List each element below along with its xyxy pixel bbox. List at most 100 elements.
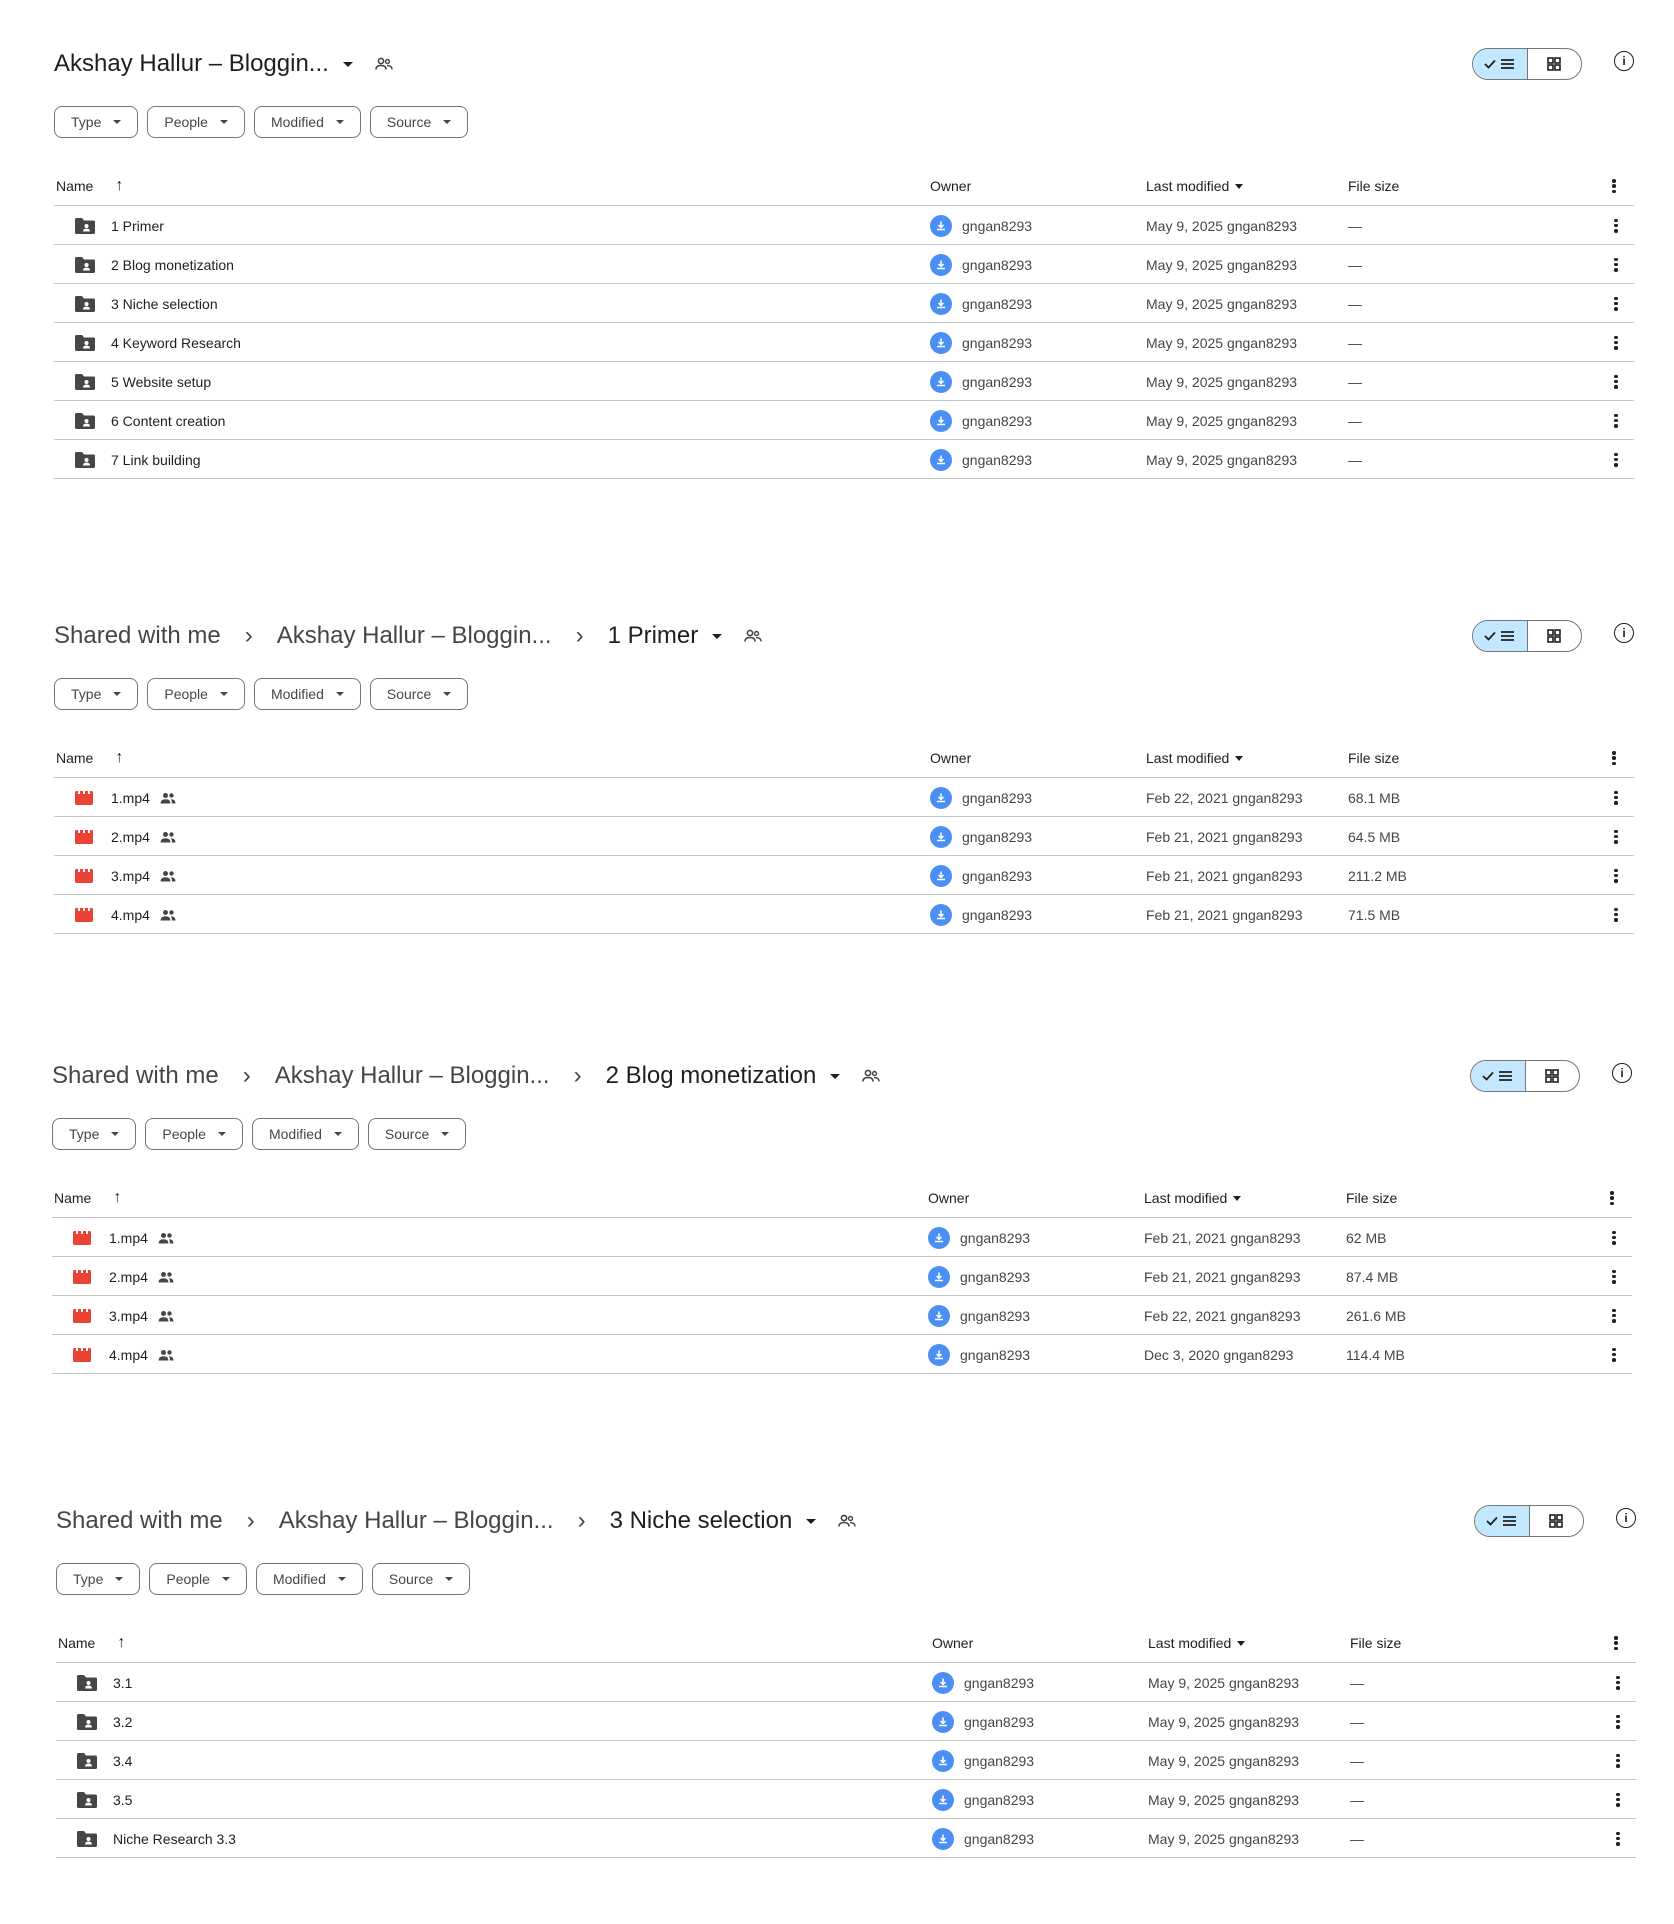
more-actions-icon[interactable]	[1616, 1714, 1620, 1729]
file-name[interactable]: 3.mp4	[109, 1308, 148, 1324]
file-name[interactable]: 1.mp4	[109, 1230, 148, 1246]
breadcrumb-item[interactable]: Shared with me	[52, 1062, 219, 1090]
filter-chip-people[interactable]: People	[147, 106, 245, 138]
filter-chip-modified[interactable]: Modified	[253, 678, 361, 710]
more-actions-icon[interactable]	[1614, 907, 1618, 922]
info-icon[interactable]: i	[1614, 623, 1634, 643]
grid-view-button[interactable]	[1526, 1061, 1580, 1091]
column-options-icon[interactable]	[1612, 738, 1616, 778]
more-actions-icon[interactable]	[1614, 790, 1618, 805]
folder-menu-dropdown-icon[interactable]	[830, 1073, 841, 1079]
grid-view-button[interactable]	[1528, 49, 1582, 79]
table-row[interactable]: 3.mp4 gngan8293 Feb 22, 2021 gngan8293 2…	[52, 1296, 1632, 1335]
breadcrumb-item[interactable]: Shared with me	[56, 1507, 223, 1535]
more-actions-icon[interactable]	[1614, 335, 1618, 350]
current-folder-title[interactable]: 1 Primer	[608, 622, 699, 650]
list-view-button[interactable]	[1473, 49, 1528, 79]
more-actions-icon[interactable]	[1612, 1269, 1616, 1284]
info-icon[interactable]: i	[1616, 1508, 1636, 1528]
column-options-icon[interactable]	[1614, 1623, 1618, 1663]
file-name[interactable]: 3 Niche selection	[111, 296, 218, 312]
breadcrumb-item[interactable]: Akshay Hallur – Bloggin...	[275, 1062, 550, 1090]
file-name[interactable]: 1 Primer	[111, 218, 164, 234]
column-header-name[interactable]: Name ↑	[54, 1178, 121, 1218]
table-row[interactable]: 2 Blog monetization gngan8293 May 9, 202…	[54, 245, 1634, 284]
more-actions-icon[interactable]	[1616, 1675, 1620, 1690]
table-row[interactable]: 4.mp4 gngan8293 Dec 3, 2020 gngan8293 11…	[52, 1335, 1632, 1374]
table-row[interactable]: 7 Link building gngan8293 May 9, 2025 gn…	[54, 440, 1634, 479]
more-actions-icon[interactable]	[1614, 374, 1618, 389]
file-name[interactable]: 2.mp4	[111, 829, 150, 845]
table-row[interactable]: 3.5 gngan8293 May 9, 2025 gngan8293 —	[56, 1780, 1636, 1819]
more-actions-icon[interactable]	[1616, 1792, 1620, 1807]
column-header-last-modified[interactable]: Last modified	[1148, 1623, 1246, 1663]
column-header-last-modified[interactable]: Last modified	[1146, 738, 1244, 778]
table-row[interactable]: 2.mp4 gngan8293 Feb 21, 2021 gngan8293 8…	[52, 1257, 1632, 1296]
table-row[interactable]: 4.mp4 gngan8293 Feb 21, 2021 gngan8293 7…	[54, 895, 1634, 934]
file-name[interactable]: 1.mp4	[111, 790, 150, 806]
more-actions-icon[interactable]	[1612, 1347, 1616, 1362]
sort-ascending-icon[interactable]: ↑	[115, 177, 123, 195]
grid-view-button[interactable]	[1528, 621, 1582, 651]
column-header-name[interactable]: Name ↑	[58, 1623, 125, 1663]
table-row[interactable]: 5 Website setup gngan8293 May 9, 2025 gn…	[54, 362, 1634, 401]
shared-folder-people-icon[interactable]	[744, 629, 762, 643]
sort-ascending-icon[interactable]: ↑	[117, 1634, 125, 1652]
file-name[interactable]: 5 Website setup	[111, 374, 211, 390]
info-icon[interactable]: i	[1612, 1063, 1632, 1083]
file-name[interactable]: 7 Link building	[111, 452, 201, 468]
table-row[interactable]: 3.2 gngan8293 May 9, 2025 gngan8293 —	[56, 1702, 1636, 1741]
file-name[interactable]: 3.4	[113, 1753, 132, 1769]
shared-folder-people-icon[interactable]	[862, 1069, 881, 1083]
filter-chip-source[interactable]: Source	[367, 1118, 467, 1150]
column-options-icon[interactable]	[1612, 166, 1616, 206]
filter-chip-people[interactable]: People	[147, 678, 245, 710]
table-row[interactable]: 3.1 gngan8293 May 9, 2025 gngan8293 —	[56, 1663, 1636, 1702]
table-row[interactable]: 1 Primer gngan8293 May 9, 2025 gngan8293…	[54, 206, 1634, 245]
table-row[interactable]: 3 Niche selection gngan8293 May 9, 2025 …	[54, 284, 1634, 323]
list-view-button[interactable]	[1471, 1061, 1526, 1091]
file-name[interactable]: 4.mp4	[109, 1347, 148, 1363]
column-header-name[interactable]: Name ↑	[56, 738, 123, 778]
column-header-last-modified[interactable]: Last modified	[1146, 166, 1244, 206]
filter-chip-type[interactable]: Type	[54, 678, 139, 710]
sort-ascending-icon[interactable]: ↑	[113, 1189, 121, 1207]
more-actions-icon[interactable]	[1614, 452, 1618, 467]
more-actions-icon[interactable]	[1614, 218, 1618, 233]
file-name[interactable]: 3.1	[113, 1675, 132, 1691]
table-row[interactable]: 3.4 gngan8293 May 9, 2025 gngan8293 —	[56, 1741, 1636, 1780]
table-row[interactable]: 1.mp4 gngan8293 Feb 21, 2021 gngan8293 6…	[52, 1218, 1632, 1257]
file-name[interactable]: 2.mp4	[109, 1269, 148, 1285]
list-view-button[interactable]	[1475, 1506, 1530, 1536]
file-name[interactable]: 6 Content creation	[111, 413, 225, 429]
shared-folder-people-icon[interactable]	[375, 57, 393, 71]
folder-menu-dropdown-icon[interactable]	[342, 61, 353, 67]
column-header-name[interactable]: Name ↑	[56, 166, 123, 206]
file-name[interactable]: 3.mp4	[111, 868, 150, 884]
breadcrumb-item[interactable]: Akshay Hallur – Bloggin...	[279, 1507, 554, 1535]
filter-chip-source[interactable]: Source	[369, 678, 469, 710]
table-row[interactable]: 3.mp4 gngan8293 Feb 21, 2021 gngan8293 2…	[54, 856, 1634, 895]
filter-chip-type[interactable]: Type	[54, 106, 139, 138]
more-actions-icon[interactable]	[1614, 257, 1618, 272]
table-row[interactable]: Niche Research 3.3 gngan8293 May 9, 2025…	[56, 1819, 1636, 1858]
current-folder-title[interactable]: 2 Blog monetization	[606, 1062, 817, 1090]
file-name[interactable]: 4.mp4	[111, 907, 150, 923]
current-folder-title[interactable]: Akshay Hallur – Bloggin...	[54, 50, 329, 78]
breadcrumb-item[interactable]: Akshay Hallur – Bloggin...	[277, 622, 552, 650]
filter-chip-type[interactable]: Type	[56, 1563, 141, 1595]
filter-chip-people[interactable]: People	[149, 1563, 247, 1595]
more-actions-icon[interactable]	[1614, 296, 1618, 311]
more-actions-icon[interactable]	[1616, 1753, 1620, 1768]
filter-chip-type[interactable]: Type	[52, 1118, 137, 1150]
column-options-icon[interactable]	[1610, 1178, 1614, 1218]
list-view-button[interactable]	[1473, 621, 1528, 651]
filter-chip-source[interactable]: Source	[369, 106, 469, 138]
more-actions-icon[interactable]	[1612, 1230, 1616, 1245]
breadcrumb-item[interactable]: Shared with me	[54, 622, 221, 650]
shared-folder-people-icon[interactable]	[838, 1514, 857, 1528]
more-actions-icon[interactable]	[1612, 1308, 1616, 1323]
current-folder-title[interactable]: 3 Niche selection	[610, 1507, 793, 1535]
more-actions-icon[interactable]	[1614, 413, 1618, 428]
filter-chip-modified[interactable]: Modified	[255, 1563, 363, 1595]
